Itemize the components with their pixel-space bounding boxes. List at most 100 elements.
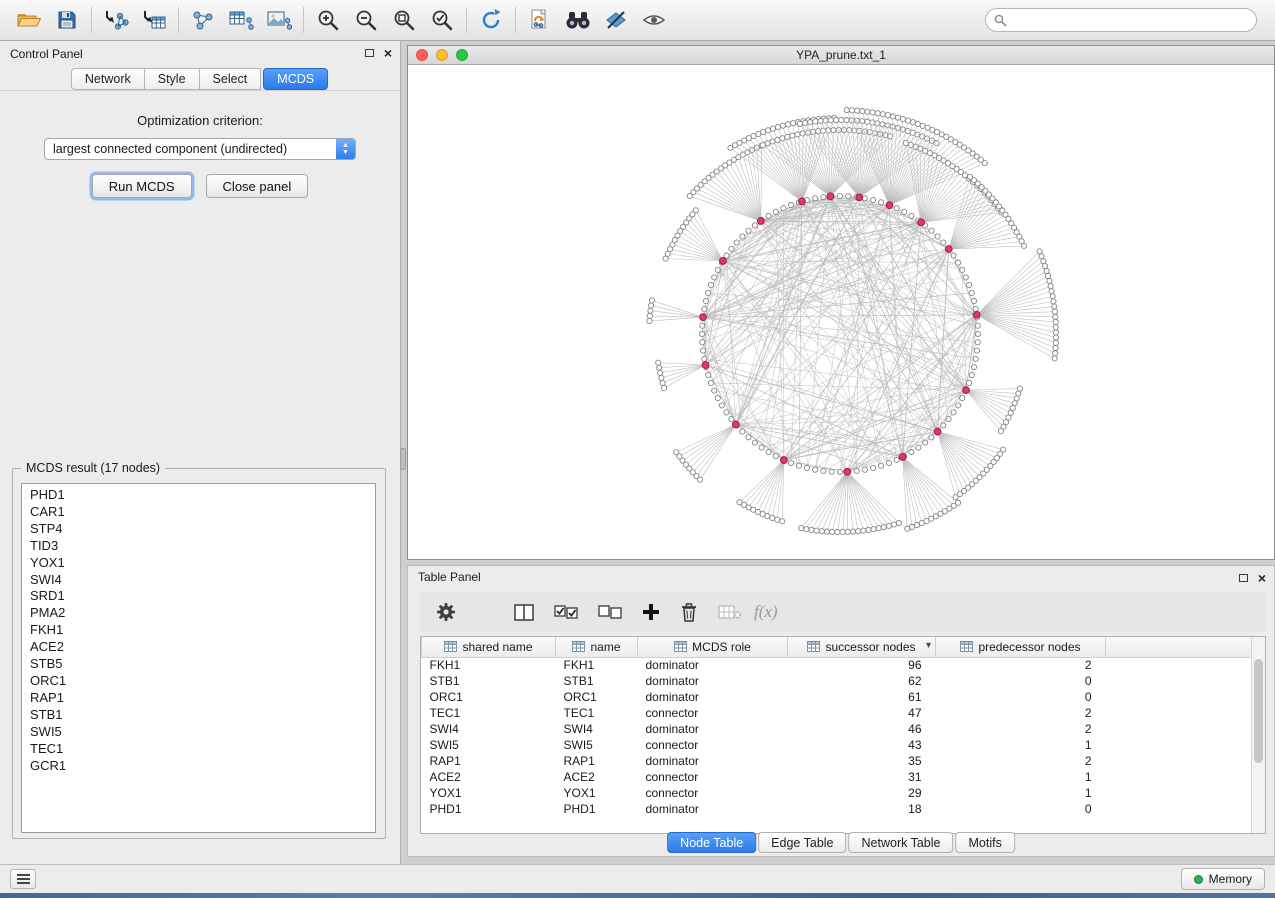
- network-node[interactable]: [1047, 278, 1052, 283]
- network-node[interactable]: [854, 108, 859, 113]
- network-node[interactable]: [935, 234, 940, 239]
- table-scrollbar-thumb[interactable]: [1254, 659, 1263, 763]
- network-node[interactable]: [849, 118, 854, 123]
- network-node[interactable]: [1052, 304, 1057, 309]
- network-node[interactable]: [715, 267, 720, 272]
- network-hub-node[interactable]: [963, 387, 970, 394]
- table-row[interactable]: STB1STB1dominator620: [422, 673, 1256, 689]
- binoculars-search-button[interactable]: [559, 4, 597, 36]
- network-node[interactable]: [773, 454, 778, 459]
- network-hub-node[interactable]: [899, 454, 906, 461]
- network-node[interactable]: [821, 194, 826, 199]
- network-node[interactable]: [876, 526, 881, 531]
- network-node[interactable]: [854, 468, 859, 473]
- network-node[interactable]: [788, 460, 793, 465]
- network-node[interactable]: [951, 410, 956, 415]
- network-node[interactable]: [1049, 289, 1054, 294]
- network-node[interactable]: [870, 110, 875, 115]
- network-node[interactable]: [849, 108, 854, 113]
- tab-network-table[interactable]: Network Table: [849, 832, 954, 853]
- network-node[interactable]: [881, 524, 886, 529]
- network-hub-node[interactable]: [973, 311, 980, 318]
- network-node[interactable]: [661, 385, 666, 390]
- network-node[interactable]: [1021, 243, 1026, 248]
- network-node[interactable]: [752, 223, 757, 228]
- network-node[interactable]: [706, 290, 711, 295]
- network-node[interactable]: [647, 313, 652, 318]
- network-node[interactable]: [1017, 386, 1022, 391]
- save-session-button[interactable]: [48, 4, 86, 36]
- network-node[interactable]: [658, 370, 663, 375]
- mcds-result-item[interactable]: YOX1: [22, 555, 375, 572]
- network-node[interactable]: [780, 519, 785, 524]
- network-node[interactable]: [719, 403, 724, 408]
- network-node[interactable]: [862, 467, 867, 472]
- network-node[interactable]: [766, 213, 771, 218]
- network-node[interactable]: [844, 108, 849, 113]
- network-node[interactable]: [729, 417, 734, 422]
- network-node[interactable]: [700, 348, 705, 353]
- table-scrollbar[interactable]: [1251, 637, 1265, 833]
- column-header-name[interactable]: name: [556, 637, 638, 657]
- network-node[interactable]: [963, 275, 968, 280]
- network-from-image-button[interactable]: [260, 4, 298, 36]
- network-node[interactable]: [847, 128, 852, 133]
- mcds-result-item[interactable]: SWI5: [22, 724, 375, 741]
- network-node[interactable]: [708, 282, 713, 287]
- network-node[interactable]: [891, 522, 896, 527]
- network-node[interactable]: [724, 410, 729, 415]
- show-columns-button[interactable]: [514, 604, 534, 621]
- close-window-traffic-light[interactable]: [416, 49, 428, 61]
- network-node[interactable]: [890, 114, 895, 119]
- table-settings-button[interactable]: [436, 602, 456, 622]
- network-node[interactable]: [765, 141, 770, 146]
- network-node[interactable]: [734, 240, 739, 245]
- network-node[interactable]: [880, 112, 885, 117]
- network-node[interactable]: [1039, 254, 1044, 259]
- network-node[interactable]: [941, 240, 946, 245]
- network-node[interactable]: [941, 423, 946, 428]
- network-node[interactable]: [870, 465, 875, 470]
- network-node[interactable]: [1052, 309, 1057, 314]
- network-node[interactable]: [790, 133, 795, 138]
- network-view-canvas-area[interactable]: [408, 66, 1274, 559]
- network-node[interactable]: [905, 526, 910, 531]
- network-node[interactable]: [969, 372, 974, 377]
- network-node[interactable]: [752, 440, 757, 445]
- network-node[interactable]: [835, 529, 840, 534]
- network-node[interactable]: [837, 469, 842, 474]
- network-node[interactable]: [823, 118, 828, 123]
- network-node[interactable]: [765, 128, 770, 133]
- network-node[interactable]: [886, 523, 891, 528]
- network-node[interactable]: [839, 117, 844, 122]
- network-node[interactable]: [982, 161, 987, 166]
- network-node[interactable]: [796, 463, 801, 468]
- mcds-result-item[interactable]: ACE2: [22, 639, 375, 656]
- column-header-shared-name[interactable]: shared name: [422, 637, 556, 657]
- network-node[interactable]: [900, 116, 905, 121]
- network-node[interactable]: [909, 449, 914, 454]
- mcds-result-item[interactable]: TEC1: [22, 741, 375, 758]
- sort-chevron-icon[interactable]: ▾: [926, 640, 931, 651]
- network-hub-node[interactable]: [757, 218, 764, 225]
- table-row[interactable]: FKH1FKH1dominator962: [422, 657, 1256, 673]
- close-panel-icon[interactable]: ×: [384, 47, 392, 59]
- mcds-result-item[interactable]: FKH1: [22, 622, 375, 639]
- minimize-window-traffic-light[interactable]: [436, 49, 448, 61]
- mcds-result-item[interactable]: STB5: [22, 656, 375, 673]
- network-node[interactable]: [1048, 283, 1053, 288]
- network-node[interactable]: [860, 109, 865, 114]
- tab-node-table[interactable]: Node Table: [667, 832, 756, 853]
- table-row[interactable]: SWI4SWI4dominator462: [422, 721, 1256, 737]
- network-node[interactable]: [700, 323, 705, 328]
- network-node[interactable]: [785, 122, 790, 127]
- network-hub-node[interactable]: [700, 314, 707, 321]
- network-hub-node[interactable]: [827, 193, 834, 200]
- network-node[interactable]: [971, 364, 976, 369]
- network-node[interactable]: [969, 290, 974, 295]
- network-node[interactable]: [1044, 268, 1049, 273]
- network-node[interactable]: [780, 136, 785, 141]
- network-node[interactable]: [955, 260, 960, 265]
- network-node[interactable]: [966, 380, 971, 385]
- create-column-button[interactable]: [642, 603, 660, 621]
